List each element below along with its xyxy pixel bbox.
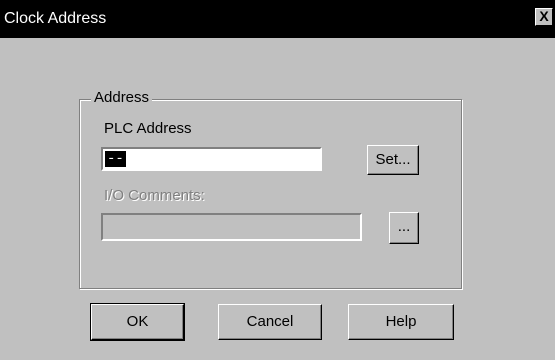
title-bar: Clock Address X [0, 0, 555, 38]
ok-button[interactable]: OK [90, 303, 185, 341]
browse-button[interactable]: ... [389, 212, 419, 244]
help-button-label: Help [385, 313, 417, 330]
close-icon: X [539, 8, 549, 24]
window-title: Clock Address [4, 10, 107, 27]
cancel-button-label: Cancel [246, 313, 294, 330]
io-comments-field[interactable] [101, 213, 362, 241]
cancel-button[interactable]: Cancel [218, 304, 322, 340]
set-button-label: Set... [375, 151, 411, 168]
plc-address-label: PLC Address [104, 120, 192, 137]
close-button[interactable]: X [535, 8, 553, 26]
address-group-legend: Address [91, 89, 153, 106]
plc-address-selected-text: -- [105, 151, 126, 167]
plc-address-field[interactable]: -- [101, 147, 322, 171]
ellipsis-icon: ... [397, 218, 411, 235]
io-comments-label: I/O Comments: [104, 187, 205, 204]
help-button[interactable]: Help [348, 304, 454, 340]
set-button[interactable]: Set... [367, 145, 419, 175]
ok-button-label: OK [126, 313, 149, 330]
